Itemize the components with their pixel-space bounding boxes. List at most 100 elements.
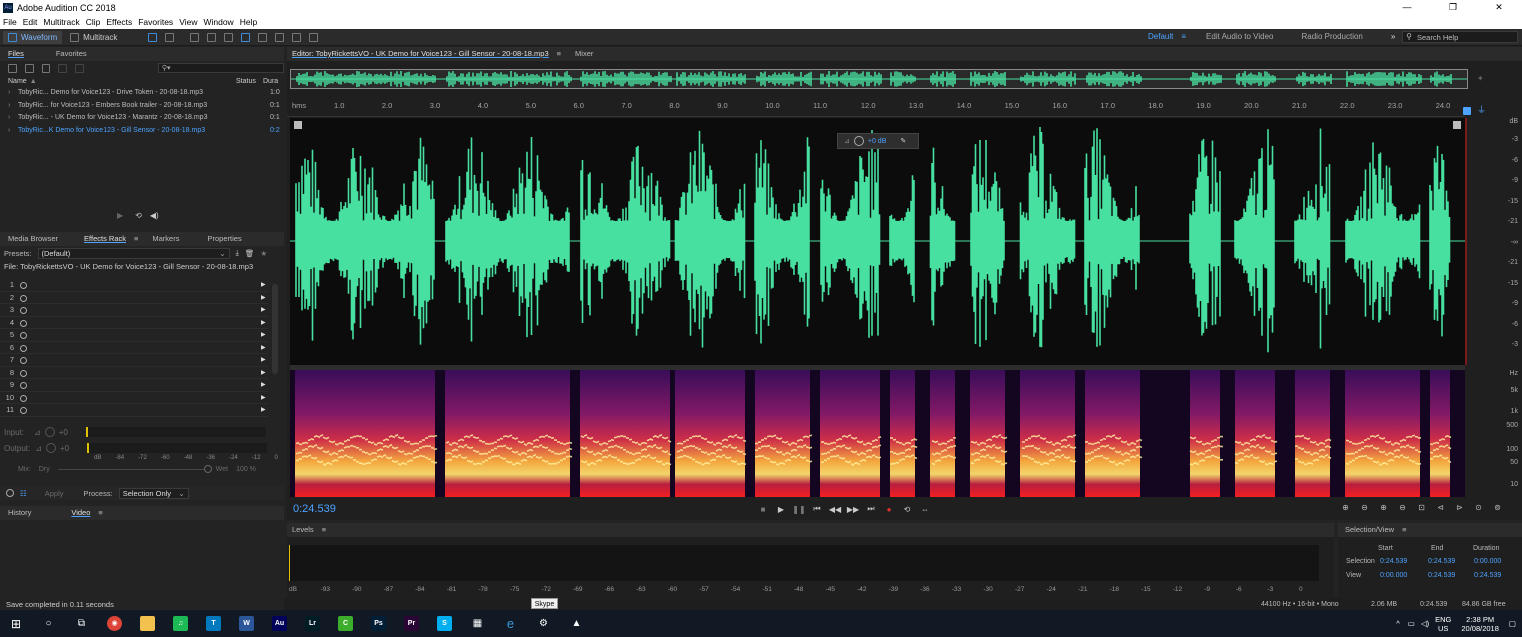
workspace-default[interactable]: Default <box>1148 32 1173 41</box>
time-ruler[interactable]: hms 1.0 2.0 3.0 4.0 5.0 6.0 7.0 8.0 9.0 10.0 11.0 1… <box>287 101 1465 117</box>
taskbar-audition-icon[interactable]: Au <box>263 610 296 637</box>
minimize-button[interactable]: — <box>1384 0 1430 15</box>
task-view-icon[interactable]: ⧉ <box>65 610 98 637</box>
menu-clip[interactable]: Clip <box>83 15 104 29</box>
taskbar-lightroom-icon[interactable]: Lr <box>296 610 329 637</box>
panel-menu-icon[interactable]: ≡ <box>98 506 102 520</box>
edge-icon[interactable]: e <box>494 610 527 637</box>
rack-power-icon[interactable] <box>6 489 14 497</box>
zoom-out-full-icon[interactable]: ⊡ <box>1412 503 1431 512</box>
rewind-icon[interactable]: ◀◀ <box>826 505 844 514</box>
spot-healing-tool-icon[interactable] <box>309 32 319 42</box>
status-column-header[interactable]: Status <box>236 78 256 85</box>
zoom-out-amplitude-icon[interactable]: ⊖ <box>1355 503 1374 512</box>
gain-knob[interactable] <box>853 136 864 146</box>
tab-files[interactable]: Files <box>0 47 32 61</box>
more-workspaces-icon[interactable]: » <box>1391 32 1395 41</box>
record-icon[interactable]: ● <box>880 505 898 514</box>
expand-triangle-icon[interactable]: › <box>8 125 18 138</box>
taskbar-trello-icon[interactable]: T <box>197 610 230 637</box>
new-file-icon[interactable] <box>41 63 51 73</box>
effects-scrollbar[interactable] <box>272 284 278 374</box>
selection-duration-value[interactable]: 0:00.000 <box>1474 558 1501 565</box>
overview-navigator[interactable] <box>290 69 1468 89</box>
view-duration-value[interactable]: 0:24.539 <box>1474 572 1501 579</box>
taskbar-camtasia-icon[interactable]: C <box>329 610 362 637</box>
panel-menu-icon[interactable]: ≡ <box>134 232 138 246</box>
play-icon[interactable]: ▶ <box>772 505 790 514</box>
mix-slider[interactable] <box>57 464 212 473</box>
time-selection-tool-icon[interactable] <box>241 32 251 42</box>
files-search-input[interactable]: ⚲▾ <box>157 63 284 73</box>
expand-triangle-icon[interactable]: › <box>8 100 18 113</box>
slot-menu-arrow-icon[interactable]: ▶ <box>261 379 266 392</box>
view-start-value[interactable]: 0:00.000 <box>1380 572 1407 579</box>
slot-power-icon[interactable] <box>20 319 27 327</box>
effect-slot[interactable]: 3 ▶ <box>0 304 268 317</box>
menu-help[interactable]: Help <box>237 15 260 29</box>
calculator-icon[interactable]: ▦ <box>461 610 494 637</box>
move-tool-icon[interactable] <box>190 32 200 42</box>
view-end-value[interactable]: 0:24.539 <box>1428 572 1455 579</box>
workspace-edit-audio-to-video[interactable]: Edit Audio to Video <box>1206 32 1273 41</box>
effect-slot[interactable]: 9 ▶ <box>0 379 268 392</box>
zoom-in-time-icon[interactable]: ⊕ <box>1374 503 1393 512</box>
tab-video[interactable]: Video <box>63 506 98 520</box>
close-button[interactable]: ✕ <box>1476 0 1522 15</box>
file-list-item[interactable]: › TobyRic... Demo for Voice123 - Drive To… <box>0 87 284 100</box>
go-to-start-icon[interactable]: ⏮ <box>808 504 826 514</box>
list-view-icon[interactable]: ☷ <box>20 489 27 498</box>
process-dropdown[interactable]: Selection Only ⌄ <box>118 487 189 499</box>
effect-slot[interactable]: 5 ▶ <box>0 329 268 342</box>
selection-end-value[interactable]: 0:24.539 <box>1428 558 1455 565</box>
effect-slot[interactable]: 4 ▶ <box>0 317 268 329</box>
tab-properties[interactable]: Properties <box>199 232 249 246</box>
marquee-tool-icon[interactable] <box>258 32 268 42</box>
menu-file[interactable]: File <box>0 15 20 29</box>
zoom-out-time-icon[interactable]: ⊖ <box>1393 503 1412 512</box>
favorite-star-icon[interactable]: ★ <box>260 249 267 258</box>
cortana-search-icon[interactable]: ○ <box>32 610 65 637</box>
network-icon[interactable]: ▭ <box>1408 619 1415 628</box>
volume-icon[interactable]: ◁) <box>1421 619 1429 628</box>
panel-menu-icon[interactable]: ≡ <box>322 523 326 537</box>
spectral-display[interactable] <box>290 370 1465 497</box>
lasso-tool-icon[interactable] <box>275 32 285 42</box>
current-time-display[interactable]: 0:24.539 <box>293 503 336 515</box>
menu-multitrack[interactable]: Multitrack <box>40 15 82 29</box>
effect-slot[interactable]: 2 ▶ <box>0 292 268 305</box>
save-preset-icon[interactable]: ⤓ <box>236 248 239 258</box>
zoom-navigator-icon[interactable]: ✦ <box>1477 74 1484 83</box>
stop-icon[interactable]: ■ <box>754 505 772 514</box>
zoom-in-out-point-icon[interactable]: ⊙ <box>1469 503 1488 512</box>
menu-window[interactable]: Window <box>200 15 236 29</box>
slot-power-icon[interactable] <box>20 382 27 389</box>
slot-power-icon[interactable] <box>20 357 27 364</box>
taskbar-premiere-icon[interactable]: Pr <box>395 610 428 637</box>
maximize-button[interactable]: ❐ <box>1430 0 1476 15</box>
insert-into-multitrack-icon[interactable] <box>58 63 68 73</box>
slot-menu-arrow-icon[interactable]: ▶ <box>261 404 266 417</box>
effect-slot[interactable]: 6 ▶ <box>0 342 268 355</box>
effect-slot[interactable]: 10 ▶ <box>0 392 268 404</box>
slot-menu-arrow-icon[interactable]: ▶ <box>261 292 266 305</box>
slot-power-icon[interactable] <box>20 282 27 289</box>
import-file-icon[interactable] <box>24 63 34 73</box>
duration-column-header[interactable]: Dura <box>263 78 278 85</box>
hud-pin-icon[interactable]: ✎ <box>900 137 906 145</box>
tab-markers[interactable]: Markers <box>144 232 187 246</box>
file-list-item-selected[interactable]: › TobyRic...K Demo for Voice123 - Gill Se… <box>0 125 284 138</box>
taskbar-spotify-icon[interactable]: ♫ <box>164 610 197 637</box>
slot-menu-arrow-icon[interactable]: ▶ <box>261 279 266 292</box>
zoom-in-amplitude-icon[interactable]: ⊕ <box>1336 503 1355 512</box>
slot-power-icon[interactable] <box>20 332 27 339</box>
clock[interactable]: 2:38 PM 20/08/2018 <box>1461 615 1499 633</box>
go-to-end-icon[interactable]: ⏭ <box>862 504 880 514</box>
tab-effects-rack[interactable]: Effects Rack <box>76 232 134 246</box>
photos-icon[interactable]: ▲ <box>560 610 593 637</box>
pin-icon[interactable]: ⏚ <box>1477 103 1486 116</box>
slot-menu-arrow-icon[interactable]: ▶ <box>261 342 266 355</box>
close-file-icon[interactable] <box>75 63 84 73</box>
menu-edit[interactable]: Edit <box>20 15 41 29</box>
name-column-header[interactable]: Name <box>8 78 27 85</box>
